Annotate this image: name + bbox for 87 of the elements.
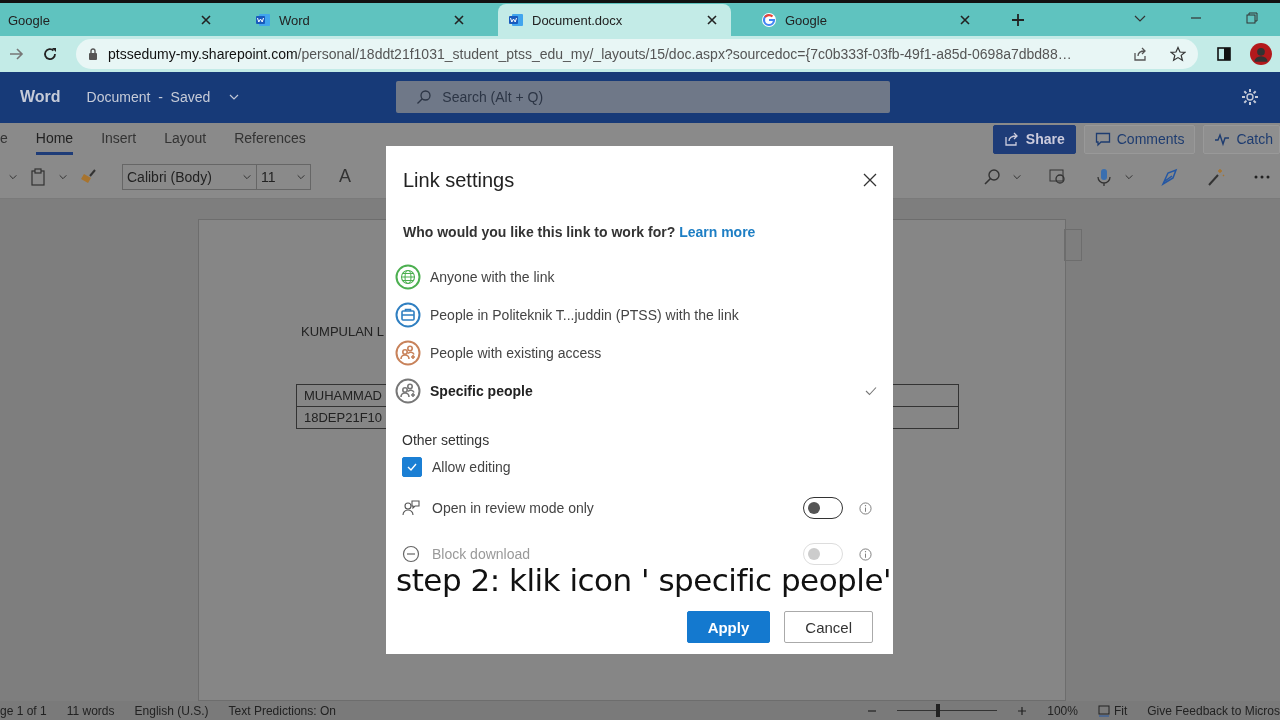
close-icon[interactable] (960, 15, 970, 25)
avatar-icon[interactable] (1250, 42, 1272, 65)
sidebar-icon[interactable] (1216, 45, 1232, 62)
status-text: 11 words (66, 703, 115, 718)
status-text: ge 1 of 1 (0, 703, 47, 718)
restore-icon[interactable] (1246, 12, 1258, 24)
minus-circle-icon (402, 545, 420, 563)
url-text: ptssedumy-my.sharepoint.com/personal/18ddt21f1031_student_ptss_edu_my/_layouts/15/doc.aspx?sourcedoc={7c0b333f-03fb-49f1-a85d-0698a7dbd88… (108, 45, 1073, 62)
close-icon[interactable] (707, 15, 717, 25)
fit-icon (1097, 704, 1110, 717)
share-icon[interactable] (1132, 45, 1148, 62)
tab-title: Google (8, 12, 51, 28)
question-text: Who would you like this link to work for? Learn more (403, 224, 757, 240)
zoom-in-icon[interactable] (1017, 705, 1028, 716)
toggle-label: Open in review mode only (432, 500, 594, 516)
slider-thumb[interactable] (935, 704, 940, 718)
tab-title: Document.docx (532, 12, 624, 28)
pen-icon[interactable] (1160, 166, 1180, 187)
zoom-level[interactable]: 100% (1047, 703, 1078, 718)
ribbon-tab[interactable]: References (234, 123, 306, 155)
browser-tab[interactable]: Word (245, 4, 478, 36)
clipboard-icon[interactable] (28, 166, 48, 187)
ribbon-tab[interactable]: Layout (164, 123, 207, 155)
new-tab-icon[interactable] (1012, 14, 1024, 26)
search-icon (416, 89, 433, 106)
zoom-slider[interactable] (897, 704, 998, 718)
info-icon[interactable] (859, 547, 872, 561)
browser-tab[interactable]: Google (0, 4, 225, 36)
link-option[interactable]: People with existing access (395, 334, 877, 372)
checkbox[interactable] (402, 457, 422, 477)
document-heading: KUMPULAN L (301, 324, 385, 340)
ribbon-button[interactable]: Comments (1083, 124, 1196, 154)
font-size-dropdown[interactable]: 11 (256, 163, 311, 190)
scrollbar-thumb[interactable] (1064, 229, 1082, 262)
link-option[interactable]: Specific people (395, 372, 877, 410)
dialog-button[interactable]: Cancel (784, 611, 873, 643)
table-cell-text: 18DEP21F10 (303, 410, 384, 426)
forward-icon[interactable] (8, 45, 24, 62)
ribbon-tab[interactable]: e (0, 123, 8, 155)
tab-title: Google (785, 12, 828, 28)
toggle-switch[interactable] (803, 497, 843, 519)
search-icon[interactable] (982, 166, 1002, 187)
comment-icon (1094, 131, 1111, 148)
grow-font-button[interactable]: A (335, 166, 355, 188)
fit-button[interactable]: Fit (1097, 703, 1128, 718)
caption-text: step 2: klik icon ' specific people' (396, 562, 891, 598)
person-comment-icon (402, 499, 420, 517)
address-bar[interactable]: ptssedumy-my.sharepoint.com/personal/18ddt21f1031_student_ptss_edu_my/_layouts/15/doc.aspx?sourcedoc={7c0b333f-03fb-49f1-a85d-0698a7dbd88… (76, 38, 1198, 69)
table-cell-text: MUHAMMAD (303, 388, 383, 404)
close-icon[interactable] (863, 173, 877, 187)
learn-more-link[interactable]: Learn more (679, 224, 756, 240)
tab-title: Word (279, 12, 311, 28)
checkbox-label: Allow editing (432, 459, 511, 475)
pulse-icon (1214, 131, 1231, 148)
browser-tab[interactable]: Document.docx (498, 4, 731, 36)
reload-icon[interactable] (42, 45, 58, 62)
info-icon[interactable] (859, 501, 872, 515)
microphone-icon[interactable] (1094, 166, 1114, 187)
google-icon (761, 12, 777, 28)
link-option[interactable]: Anyone with the link (395, 258, 877, 296)
reading-view-icon[interactable] (1048, 166, 1068, 187)
toggle-label: Block download (432, 546, 531, 562)
word-icon (255, 12, 271, 28)
search-field[interactable]: Search (Alt + Q) (396, 81, 891, 114)
magic-wand-icon[interactable] (1206, 166, 1226, 187)
word-icon (508, 12, 524, 28)
status-text: Text Predictions: On (228, 703, 336, 718)
checkmark-icon (865, 385, 877, 397)
settings-icon[interactable] (1240, 87, 1260, 108)
document-title[interactable]: Document - Saved (86, 89, 211, 106)
ribbon-button[interactable]: Catch (1203, 124, 1280, 154)
share-icon (1003, 131, 1020, 148)
link-option[interactable]: People in Politeknik T...juddin (PTSS) with the link (395, 296, 877, 334)
star-icon[interactable] (1170, 45, 1186, 62)
app-name[interactable]: Word (20, 88, 61, 107)
ribbon-tab[interactable]: Insert (101, 123, 137, 155)
dialog-title: Link settings (402, 168, 515, 192)
close-icon[interactable] (454, 15, 464, 25)
font-dropdown[interactable]: Calibri (Body) (122, 163, 257, 190)
browser-tab[interactable]: Google (751, 4, 984, 36)
status-text: English (U.S.) (134, 703, 209, 718)
feedback-link[interactable]: Give Feedback to Micros (1147, 703, 1280, 718)
section-heading: Other settings (402, 432, 491, 448)
ribbon-button[interactable]: Share (992, 124, 1076, 154)
dialog-button[interactable]: Apply (686, 611, 771, 643)
lock-icon (88, 47, 98, 60)
close-icon[interactable] (201, 15, 211, 25)
